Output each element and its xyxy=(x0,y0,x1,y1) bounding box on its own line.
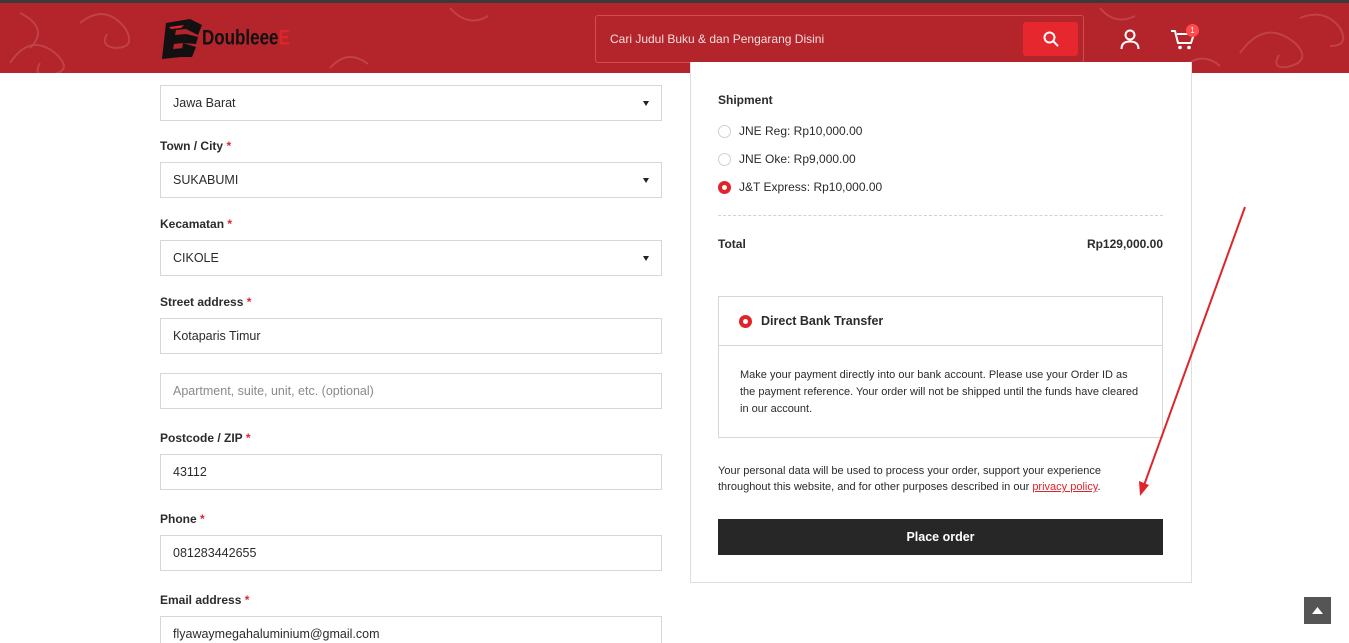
place-order-button[interactable]: Place order xyxy=(718,519,1163,555)
state-value: Jawa Barat xyxy=(173,96,236,110)
district-select[interactable]: CIKOLE xyxy=(160,240,662,276)
privacy-notice: Your personal data will be used to proce… xyxy=(718,465,1101,493)
total-label: Total xyxy=(718,237,746,251)
scroll-to-top-button[interactable] xyxy=(1304,597,1331,624)
shipment-title: Shipment xyxy=(718,93,773,107)
site-logo[interactable]: DoubleeeE xyxy=(160,17,290,59)
search-input[interactable] xyxy=(596,16,1016,62)
payment-method-box: Direct Bank Transfer Make your payment d… xyxy=(718,296,1163,438)
radio-icon xyxy=(718,152,731,166)
shipping-option-label: J&T Express: Rp10,000.00 xyxy=(739,180,883,194)
email-input[interactable]: flyawaymegahaluminium@gmail.com xyxy=(160,616,662,643)
street-input[interactable]: Kotaparis Timur xyxy=(160,318,662,354)
chevron-down-icon xyxy=(643,101,649,106)
privacy-policy-link[interactable]: privacy policy xyxy=(1032,481,1097,493)
city-select[interactable]: SUKABUMI xyxy=(160,162,662,198)
district-label: Kecamatan * xyxy=(160,217,233,231)
search-button[interactable] xyxy=(1023,22,1078,56)
phone-input[interactable]: 081283442655 xyxy=(160,535,662,571)
payment-method-label: Direct Bank Transfer xyxy=(761,314,884,328)
postcode-input[interactable]: 43112 xyxy=(160,454,662,490)
shipping-option-jnt-express[interactable]: J&T Express: Rp10,000.00 xyxy=(718,180,882,194)
postcode-label: Postcode / ZIP * xyxy=(160,431,251,445)
search-icon xyxy=(1043,31,1058,47)
radio-selected-icon xyxy=(718,180,731,194)
shipping-option-jne-oke[interactable]: JNE Oke: Rp9,000.00 xyxy=(718,152,856,166)
district-value: CIKOLE xyxy=(173,251,219,265)
city-label: Town / City * xyxy=(160,139,232,153)
street-label: Street address * xyxy=(160,295,252,309)
email-label: Email address * xyxy=(160,593,250,607)
payment-description: Make your payment directly into our bank… xyxy=(740,369,1139,415)
search-bar xyxy=(595,15,1084,63)
city-value: SUKABUMI xyxy=(173,173,239,187)
logo-e-icon xyxy=(160,17,206,59)
shipping-option-label: JNE Reg: Rp10,000.00 xyxy=(739,124,863,138)
arrow-up-icon xyxy=(1312,607,1323,614)
cart-count-badge: 1 xyxy=(1186,24,1199,37)
divider xyxy=(718,215,1163,216)
chevron-down-icon xyxy=(643,256,649,261)
shipping-option-jne-reg[interactable]: JNE Reg: Rp10,000.00 xyxy=(718,124,862,138)
state-select[interactable]: Jawa Barat xyxy=(160,85,662,121)
radio-selected-icon xyxy=(739,314,752,328)
account-icon[interactable] xyxy=(1118,27,1142,51)
total-value: Rp129,000.00 xyxy=(1086,237,1163,251)
phone-label: Phone * xyxy=(160,512,205,526)
chevron-down-icon xyxy=(643,178,649,183)
logo-text: DoubleeeE xyxy=(202,25,290,50)
radio-icon xyxy=(718,124,731,138)
payment-method-bank-transfer[interactable]: Direct Bank Transfer xyxy=(719,297,1162,346)
apartment-input[interactable]: Apartment, suite, unit, etc. (optional) xyxy=(160,373,662,409)
shipping-option-label: JNE Oke: Rp9,000.00 xyxy=(739,152,856,166)
